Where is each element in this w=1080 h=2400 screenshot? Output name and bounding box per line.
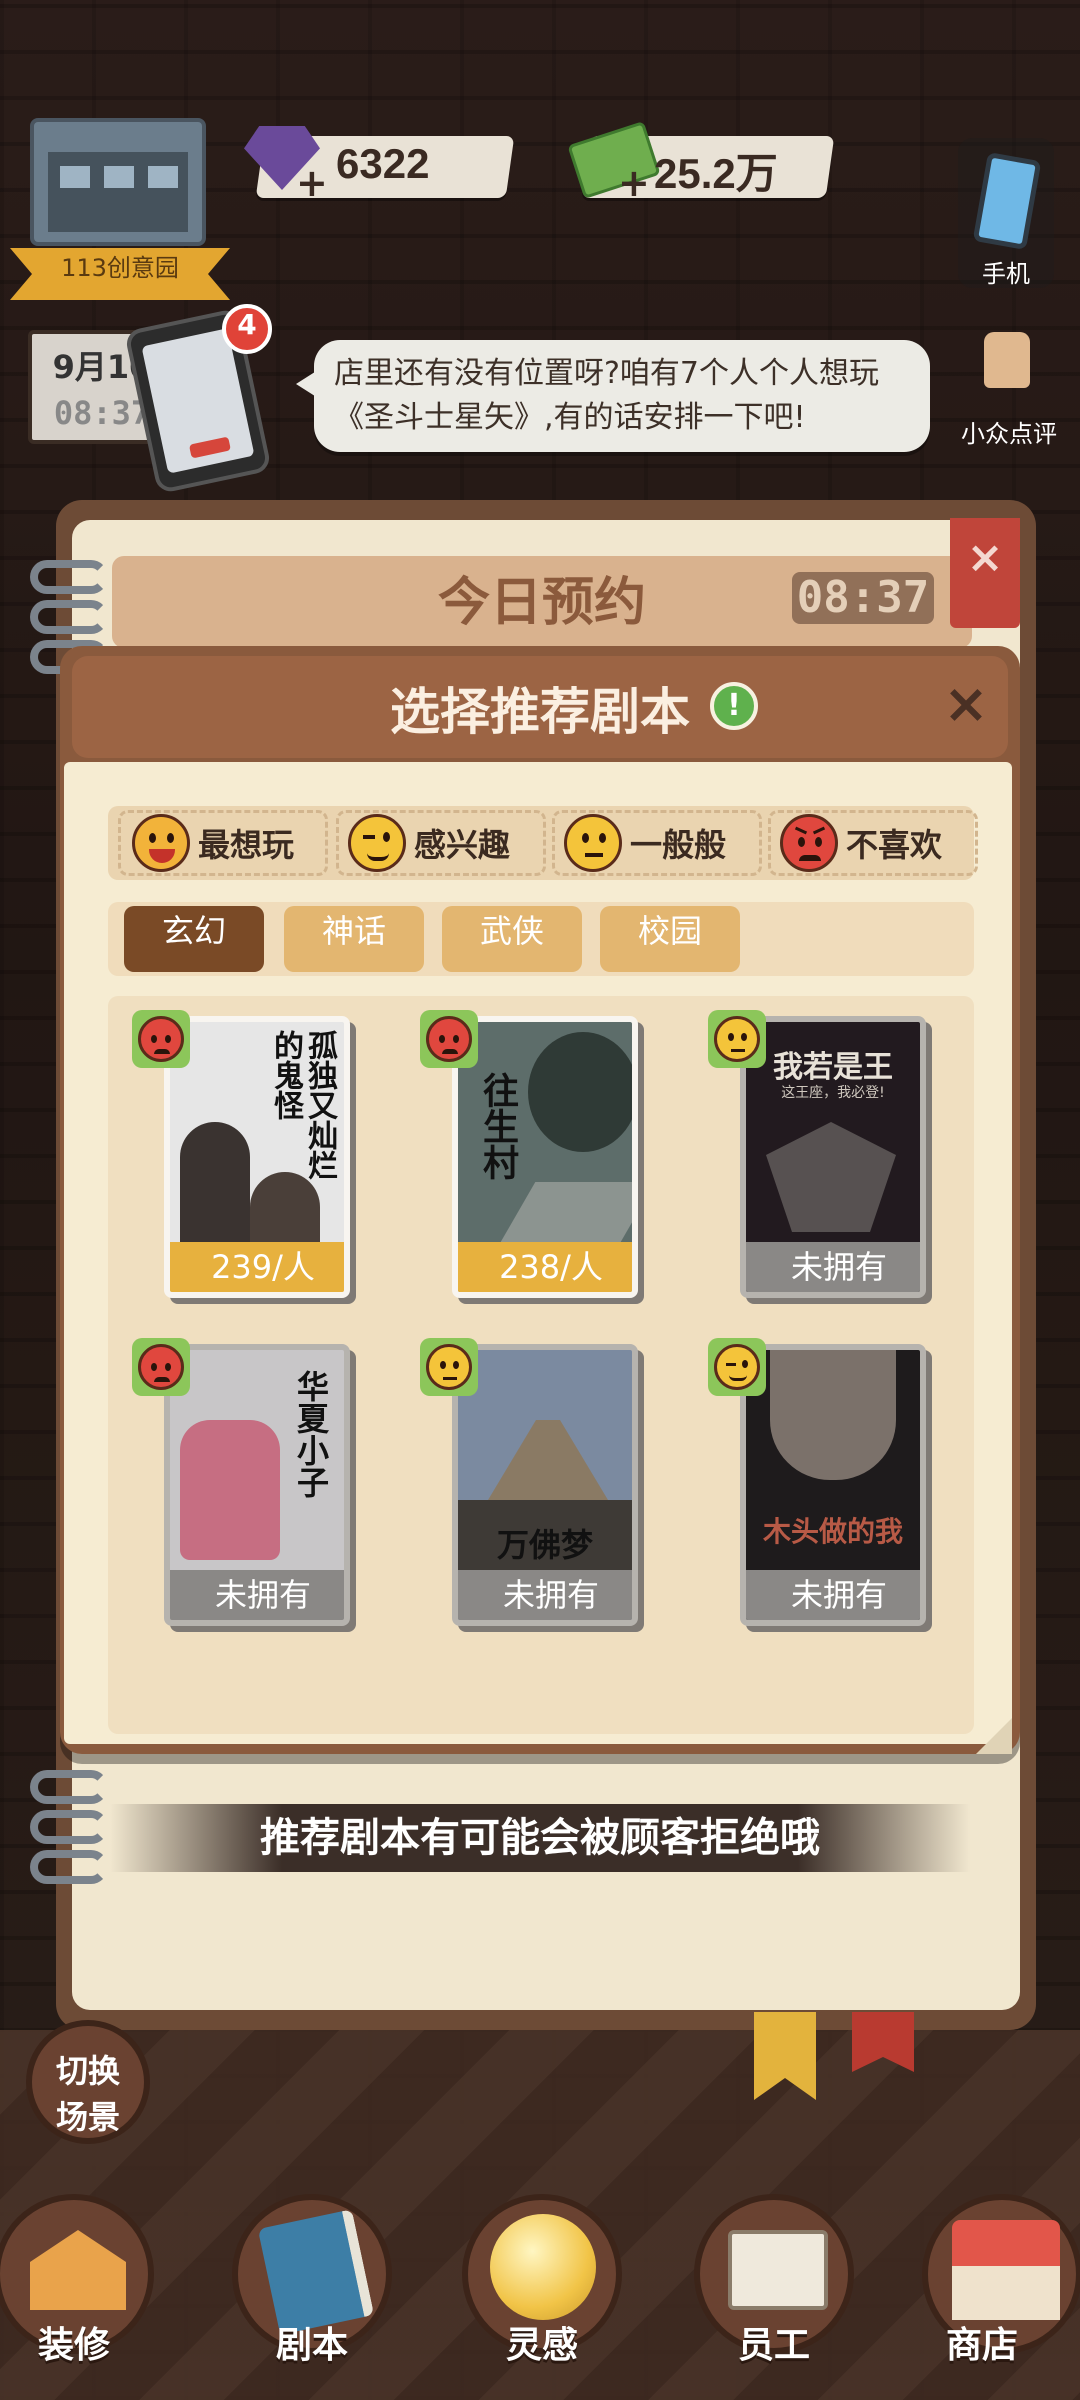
customer-speech-bubble: 店里还有没有位置呀?咱有7个人个人想玩 《圣斗士星矢》,有的话安排一下吧! — [296, 340, 930, 452]
nav-label-shop: 商店 — [945, 2325, 1018, 2366]
tab-shenhua[interactable]: 神话 — [284, 906, 424, 972]
nav-label-staff: 员工 — [737, 2325, 810, 2366]
spiral-ring — [30, 1850, 108, 1884]
switch-scene-button[interactable]: 切换 场景 — [26, 2020, 150, 2144]
info-icon[interactable]: ! — [710, 682, 758, 730]
smartphone-icon — [972, 151, 1042, 251]
spiral-ring — [30, 1770, 108, 1804]
speech-line-1: 店里还有没有位置呀?咱有7个人个人想玩 — [334, 356, 880, 391]
modal-title: 选择推荐剧本 — [390, 683, 690, 741]
script-card[interactable]: 木头做的我 未拥有 — [740, 1344, 926, 1626]
modal-close-button[interactable]: × — [938, 676, 994, 732]
gem-plus-icon[interactable]: + — [296, 164, 328, 202]
script-title: 万佛梦 — [496, 1526, 593, 1564]
money-amount: 25.2万 — [654, 150, 778, 197]
tab-xiaoyuan[interactable]: 校园 — [600, 906, 740, 972]
spiral-ring — [30, 600, 108, 634]
script-card[interactable]: 往生村 238/人 — [452, 1016, 638, 1298]
close-icon: × — [966, 532, 1004, 583]
nav-label-script: 剧本 — [275, 2325, 348, 2366]
angry-face-icon — [138, 1016, 184, 1062]
rejection-hint: 推荐剧本有可能会被顾客拒绝哦 — [110, 1804, 970, 1872]
script-subtitle: 这王座，我必登! — [781, 1085, 885, 1101]
gem-count: 6322 — [336, 140, 430, 187]
angry-face-icon — [138, 1344, 184, 1390]
poster-temple — [488, 1420, 608, 1500]
poster-tree — [528, 1032, 632, 1152]
poster-art — [766, 1122, 896, 1232]
spiral-ring — [30, 560, 108, 594]
unowned-tag: 未拥有 — [170, 1570, 344, 1620]
nav-label-decorate: 装修 — [37, 2325, 110, 2366]
lightbulb-icon — [490, 2214, 596, 2320]
angry-face-icon — [780, 814, 838, 872]
switch-scene-line-1: 切换 — [55, 2052, 120, 2090]
spiral-ring — [30, 1810, 108, 1844]
tab-xuanhuan[interactable]: 玄幻 — [124, 906, 264, 972]
legend-label-excited: 最想玩 — [198, 826, 295, 864]
phone-label: 手机 — [982, 260, 1030, 288]
notebook-close-button[interactable]: × — [950, 518, 1020, 628]
legend-label-neutral: 一般般 — [630, 826, 727, 864]
badge-icon — [728, 2230, 828, 2310]
price-tag: 239/人 — [170, 1242, 344, 1292]
script-title: 我若是王 — [773, 1050, 893, 1085]
thumbs-up-icon — [984, 332, 1030, 388]
phone-button[interactable]: 手机 — [958, 138, 1054, 288]
switch-scene-line-2: 场景 — [55, 2098, 120, 2136]
speech-line-2: 《圣斗士星矢》,有的话安排一下吧! — [334, 400, 806, 435]
poster-face — [770, 1350, 896, 1480]
unowned-tag: 未拥有 — [458, 1570, 632, 1620]
script-card[interactable]: 华夏小子 未拥有 — [164, 1344, 350, 1626]
tab-wuxia[interactable]: 武侠 — [442, 906, 582, 972]
legend-label-interested: 感兴趣 — [414, 826, 511, 864]
script-title: 往生村 — [477, 1072, 519, 1180]
house-icon — [30, 2230, 126, 2310]
price-tag: 238/人 — [458, 1242, 632, 1292]
location-thumbnail[interactable] — [30, 118, 206, 246]
script-card[interactable]: 孤独又灿烂的鬼怪 239/人 — [164, 1016, 350, 1298]
script-card[interactable]: 万佛梦 未拥有 — [452, 1344, 638, 1626]
poster-road — [500, 1182, 632, 1242]
neutral-face-icon — [426, 1344, 472, 1390]
unowned-tag: 未拥有 — [746, 1570, 920, 1620]
script-card[interactable]: 我若是王 这王座，我必登! 未拥有 — [740, 1016, 926, 1298]
review-button[interactable]: 小众点评 — [944, 318, 1074, 448]
angry-face-icon — [426, 1016, 472, 1062]
money-plus-icon[interactable]: + — [618, 164, 650, 202]
neutral-face-icon — [564, 814, 622, 872]
nav-label-inspiration: 灵感 — [505, 2325, 578, 2366]
script-title: 木头做的我 — [762, 1515, 903, 1548]
excited-face-icon — [132, 814, 190, 872]
legend-label-dislike: 不喜欢 — [846, 826, 943, 864]
notebook-time: 08:37 — [792, 572, 934, 624]
review-label: 小众点评 — [961, 420, 1057, 448]
wink-face-icon — [348, 814, 406, 872]
script-title: 华夏小子 — [292, 1370, 330, 1498]
unowned-tag: 未拥有 — [746, 1242, 920, 1292]
location-label: 113创意园 — [61, 254, 179, 282]
poster-figure — [180, 1122, 250, 1252]
wink-face-icon — [714, 1344, 760, 1390]
location-ribbon: 113创意园 — [10, 248, 230, 300]
badge-count: 4 — [237, 308, 257, 341]
notification-badge: 4 — [222, 304, 272, 354]
neutral-face-icon — [714, 1016, 760, 1062]
poster-figure — [180, 1420, 280, 1560]
